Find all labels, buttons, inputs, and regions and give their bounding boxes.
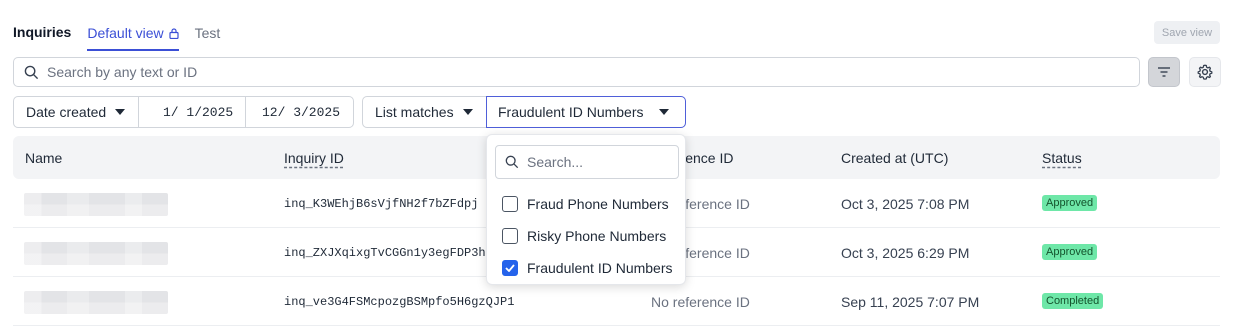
tab-default-view[interactable]: Default view bbox=[87, 18, 179, 51]
created-at-cell: Oct 3, 2025 7:08 PM bbox=[841, 196, 970, 212]
list-field-select[interactable]: List matches bbox=[362, 96, 487, 128]
status-badge: Approved bbox=[1042, 244, 1098, 260]
view-tabs: Inquiries Default view Test bbox=[13, 18, 236, 51]
checkmark-icon bbox=[505, 264, 515, 272]
option-label: Fraud Phone Numbers bbox=[527, 196, 669, 212]
filter-button[interactable] bbox=[1148, 57, 1180, 87]
checkbox[interactable] bbox=[502, 228, 518, 244]
checkbox[interactable] bbox=[502, 196, 518, 212]
date-to-input[interactable]: 12/ 3/2025 bbox=[245, 96, 354, 128]
redacted-name bbox=[24, 193, 168, 216]
search-input[interactable] bbox=[47, 64, 1047, 80]
caret-down-icon bbox=[659, 109, 669, 115]
list-value-label: Fraudulent ID Numbers bbox=[498, 104, 644, 120]
column-header-inquiry-id[interactable]: Inquiry ID bbox=[284, 150, 344, 166]
column-header-created-at[interactable]: Created at (UTC) bbox=[841, 150, 948, 166]
tab-label: Default view bbox=[87, 25, 164, 41]
settings-button[interactable] bbox=[1189, 57, 1221, 87]
option-risky-phone-numbers[interactable]: Risky Phone Numbers bbox=[502, 226, 666, 246]
dropdown-search-input[interactable] bbox=[527, 154, 667, 170]
redacted-name bbox=[24, 291, 168, 314]
created-at-cell: Sep 11, 2025 7:07 PM bbox=[841, 294, 980, 310]
list-options-dropdown: Fraud Phone Numbers Risky Phone Numbers … bbox=[486, 134, 686, 285]
created-at-cell: Oct 3, 2025 6:29 PM bbox=[841, 245, 970, 261]
date-field-select[interactable]: Date created bbox=[13, 96, 139, 128]
list-field-label: List matches bbox=[375, 104, 454, 120]
redacted-name bbox=[24, 242, 168, 265]
page-title: Inquiries bbox=[13, 24, 72, 40]
search-icon bbox=[505, 155, 519, 169]
caret-down-icon bbox=[463, 109, 473, 115]
list-value-select[interactable]: Fraudulent ID Numbers bbox=[486, 96, 686, 128]
column-header-name[interactable]: Name bbox=[25, 150, 62, 166]
status-badge: Approved bbox=[1042, 195, 1098, 211]
filter-icon bbox=[1158, 67, 1170, 77]
inquiries-page: Inquiries Default view Test Save view Se… bbox=[0, 0, 1235, 327]
search-bar[interactable] bbox=[13, 57, 1140, 87]
tab-label: Test bbox=[194, 25, 221, 41]
save-view-button[interactable]: Save view bbox=[1154, 21, 1220, 44]
status-badge: Completed bbox=[1042, 293, 1104, 309]
date-field-label: Date created bbox=[26, 104, 107, 120]
date-from-input[interactable]: 1/ 1/2025 bbox=[138, 96, 246, 128]
lock-icon bbox=[169, 27, 179, 39]
search-icon bbox=[24, 65, 39, 79]
reference-id-cell: No reference ID bbox=[651, 294, 750, 310]
option-fraudulent-id-numbers[interactable]: Fraudulent ID Numbers bbox=[502, 258, 673, 278]
tab-test[interactable]: Test bbox=[195, 18, 221, 49]
option-label: Risky Phone Numbers bbox=[527, 228, 667, 244]
gear-icon bbox=[1197, 64, 1213, 80]
inquiry-id-cell: inq_ZXJXqixgTvCGGn1y3egFDP3h bbox=[284, 246, 486, 260]
inquiry-id-cell: inq_ve3G4FSMcpozgBSMpfo5H6gzQJP1 bbox=[284, 295, 515, 309]
option-fraud-phone-numbers[interactable]: Fraud Phone Numbers bbox=[502, 194, 669, 214]
caret-down-icon bbox=[115, 109, 125, 115]
checkbox-checked[interactable] bbox=[502, 260, 518, 276]
option-label: Fraudulent ID Numbers bbox=[527, 260, 673, 276]
inquiry-id-cell: inq_K3WEhjB6sVjfNH2f7bZFdpj bbox=[284, 197, 479, 211]
column-header-status[interactable]: Status bbox=[1042, 150, 1082, 166]
dropdown-search[interactable] bbox=[495, 145, 679, 179]
